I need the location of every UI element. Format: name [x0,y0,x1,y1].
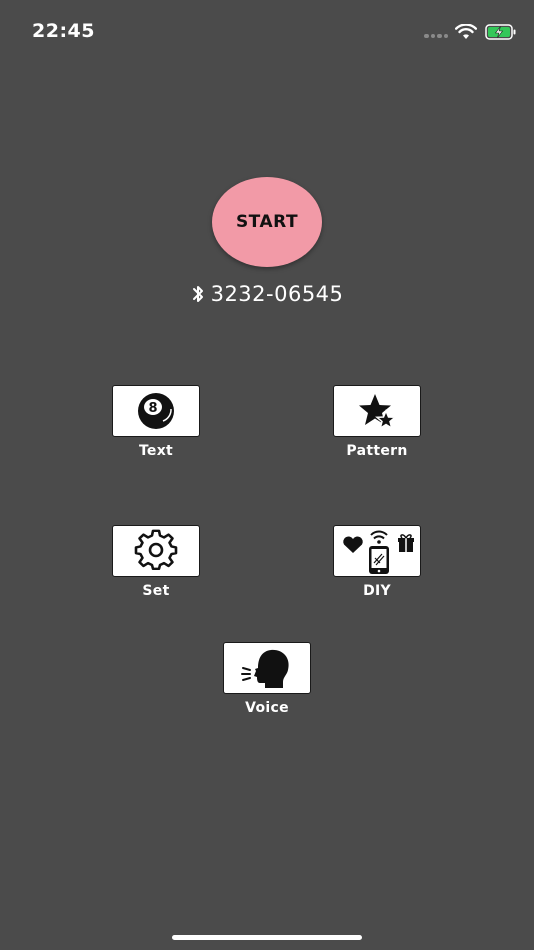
home-indicator[interactable] [172,935,362,940]
battery-charging-icon [485,24,516,40]
text-label: Text [138,443,174,459]
status-time: 22:45 [32,20,95,42]
phone-gifts-icon [343,530,414,574]
speaking-head-icon [241,649,289,688]
diy-mode-button[interactable]: DIY [332,525,422,599]
gear-icon [134,529,178,571]
device-connection: 3232-06545 [0,280,534,308]
bluetooth-icon [192,286,203,302]
wifi-icon [455,24,477,39]
device-id: 3232-06545 [210,282,344,306]
pattern-label: Pattern [346,443,408,459]
eight-ball-icon: 8 [138,393,174,429]
set-tile-box[interactable] [112,525,200,577]
set-label: Set [142,583,170,599]
voice-label: Voice [245,700,289,716]
cellular-signal-icon [424,34,448,38]
text-tile-box[interactable]: 8 [112,385,200,437]
pattern-mode-button[interactable]: Pattern [332,385,422,459]
start-button[interactable]: START [212,177,322,267]
status-bar: 22:45 [0,0,534,60]
start-button-label: START [235,212,299,232]
voice-tile-box[interactable] [223,642,311,694]
svg-text:8: 8 [148,401,157,416]
stars-icon [359,394,397,430]
diy-tile-box[interactable] [333,525,421,577]
voice-mode-button[interactable]: Voice [222,642,312,716]
text-mode-button[interactable]: 8 Text [111,385,201,459]
diy-label: DIY [363,583,391,599]
pattern-tile-box[interactable] [333,385,421,437]
settings-button[interactable]: Set [111,525,201,599]
